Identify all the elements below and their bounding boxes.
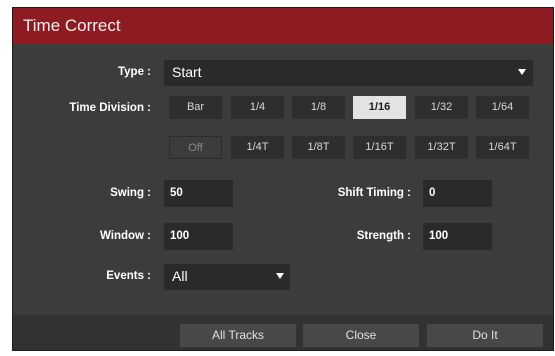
close-button[interactable]: Close — [303, 324, 419, 347]
division-1-16t-button[interactable]: 1/16T — [353, 136, 406, 159]
all-tracks-button[interactable]: All Tracks — [180, 324, 296, 347]
division-off-button[interactable]: Off — [169, 136, 222, 159]
division-bar-button[interactable]: Bar — [169, 96, 222, 119]
division-1-16-button[interactable]: 1/16 — [353, 96, 406, 119]
window-label: Window : — [100, 230, 151, 242]
footer-bar: All Tracks Close Do It — [13, 315, 553, 350]
shift-timing-field[interactable]: 0 — [423, 180, 492, 207]
window-field[interactable]: 100 — [164, 223, 233, 250]
division-1-32-button[interactable]: 1/32 — [415, 96, 468, 119]
swing-field[interactable]: 50 — [164, 180, 233, 207]
strength-label: Strength : — [356, 230, 411, 242]
chevron-down-icon — [518, 69, 526, 75]
division-1-64-button[interactable]: 1/64 — [476, 96, 529, 119]
swing-label: Swing : — [110, 187, 151, 199]
division-1-8t-button[interactable]: 1/8T — [292, 136, 345, 159]
title-bar: Time Correct — [13, 8, 553, 44]
time-division-label: Time Division : — [69, 102, 151, 114]
strength-field[interactable]: 100 — [423, 223, 492, 250]
events-value: All — [172, 268, 188, 284]
division-1-4t-button[interactable]: 1/4T — [231, 136, 284, 159]
events-label: Events : — [106, 270, 151, 282]
do-it-button[interactable]: Do It — [427, 324, 543, 347]
type-value: Start — [172, 64, 202, 80]
type-label: Type : — [117, 66, 151, 78]
type-select[interactable]: Start — [164, 60, 533, 86]
dialog-title: Time Correct — [23, 16, 121, 35]
chevron-down-icon — [276, 273, 284, 279]
division-1-32t-button[interactable]: 1/32T — [415, 136, 468, 159]
division-1-4-button[interactable]: 1/4 — [231, 96, 284, 119]
events-select[interactable]: All — [164, 264, 290, 290]
shift-timing-label: Shift Timing : — [337, 187, 411, 199]
division-1-64t-button[interactable]: 1/64T — [476, 136, 529, 159]
division-1-8-button[interactable]: 1/8 — [292, 96, 345, 119]
time-correct-dialog: Time Correct Type : Start Time Division … — [12, 7, 554, 351]
